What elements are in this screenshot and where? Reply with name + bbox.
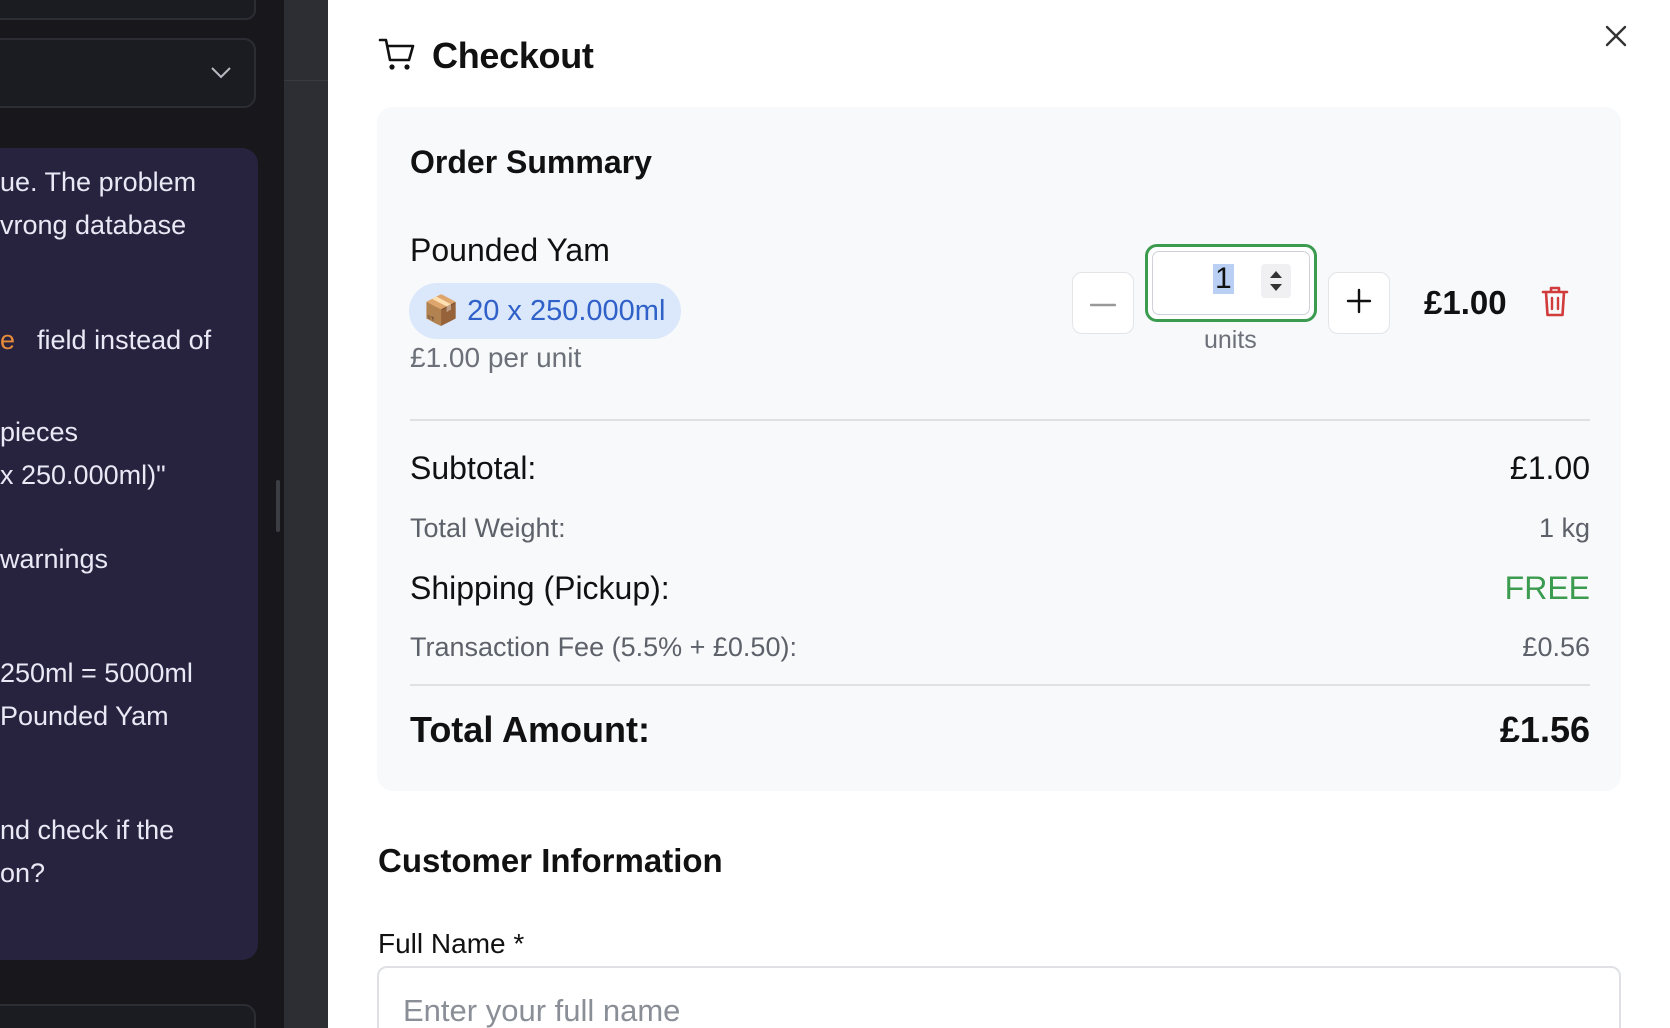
quantity-spinner[interactable] (1261, 264, 1291, 298)
unit-price: £1.00 per unit (410, 342, 582, 373)
subtotal-value: £1.00 (1509, 450, 1590, 486)
total-weight-row: Total Weight: 1 kg (410, 513, 1590, 544)
divider (410, 419, 1590, 421)
pack-size-badge: 📦 20 x 250.000ml (409, 283, 682, 339)
remove-item-button[interactable] (1540, 284, 1570, 318)
quantity-input[interactable]: 1 (1145, 244, 1317, 322)
chat-line: vrong database (0, 210, 187, 240)
shopping-cart-icon (378, 35, 416, 78)
chat-line: 250ml = 5000ml (0, 658, 193, 688)
transaction-fee-row: Transaction Fee (5.5% + £0.50): £0.56 (410, 632, 1590, 663)
shipping-row: Shipping (Pickup): FREE (410, 570, 1590, 607)
quantity-unit-label: units (1204, 326, 1257, 354)
chat-line: field instead of (37, 325, 212, 355)
shipping-label: Shipping (Pickup): (410, 570, 670, 606)
chat-line: ue. The problem (0, 167, 197, 197)
background-chat-message: ue. The problem vrong database e field in… (0, 148, 258, 960)
close-button[interactable] (1600, 20, 1632, 52)
trash-icon (1540, 286, 1570, 322)
chat-line: nd check if the (0, 815, 175, 845)
chat-line: Pounded Yam (0, 701, 169, 731)
transaction-fee-value: £0.56 (1522, 632, 1590, 662)
full-name-label: Full Name * (378, 928, 525, 959)
close-icon (1600, 25, 1632, 56)
chat-line: x 250.000ml)" (0, 460, 166, 490)
customer-information-title: Customer Information (378, 842, 723, 879)
plus-icon (1346, 288, 1372, 319)
total-weight-value: 1 kg (1538, 513, 1590, 543)
full-name-input[interactable] (377, 966, 1621, 1028)
order-summary-card (377, 107, 1621, 791)
total-amount-value: £1.56 (1499, 709, 1590, 750)
background-app-pane: ue. The problem vrong database e field in… (0, 0, 284, 1028)
pack-size-label: 20 x 250.000ml (467, 294, 666, 327)
total-amount-label: Total Amount: (410, 709, 650, 750)
page-title: Checkout (432, 35, 594, 76)
total-weight-label: Total Weight: (410, 513, 566, 543)
chat-code-fragment: e (0, 325, 16, 355)
chat-line: warnings (0, 544, 109, 574)
subtotal-label: Subtotal: (410, 450, 537, 486)
decrease-quantity-button[interactable] (1072, 272, 1134, 334)
background-input (0, 1004, 256, 1028)
subtotal-row: Subtotal: £1.00 (410, 450, 1590, 487)
shipping-value: FREE (1504, 570, 1590, 606)
chat-line: pieces (0, 417, 79, 447)
package-icon: 📦 (423, 295, 460, 327)
transaction-fee-label: Transaction Fee (5.5% + £0.50): (410, 632, 797, 662)
divider (284, 80, 328, 81)
checkout-header: Checkout (378, 34, 594, 78)
line-item-total: £1.00 (1424, 284, 1507, 321)
minus-icon (1089, 294, 1117, 312)
pane-resize-handle[interactable] (276, 480, 280, 532)
order-summary-title: Order Summary (410, 144, 652, 180)
increase-quantity-button[interactable] (1328, 272, 1390, 334)
chat-line: on? (0, 858, 46, 888)
quantity-value[interactable]: 1 (1213, 264, 1234, 294)
total-amount-row: Total Amount: £1.56 (410, 709, 1590, 751)
chevron-down-icon (210, 60, 232, 86)
background-overlay-strip (284, 0, 328, 1028)
cart-item-name: Pounded Yam (410, 232, 610, 268)
background-select (0, 38, 256, 108)
divider (410, 684, 1590, 686)
background-input (0, 0, 256, 20)
